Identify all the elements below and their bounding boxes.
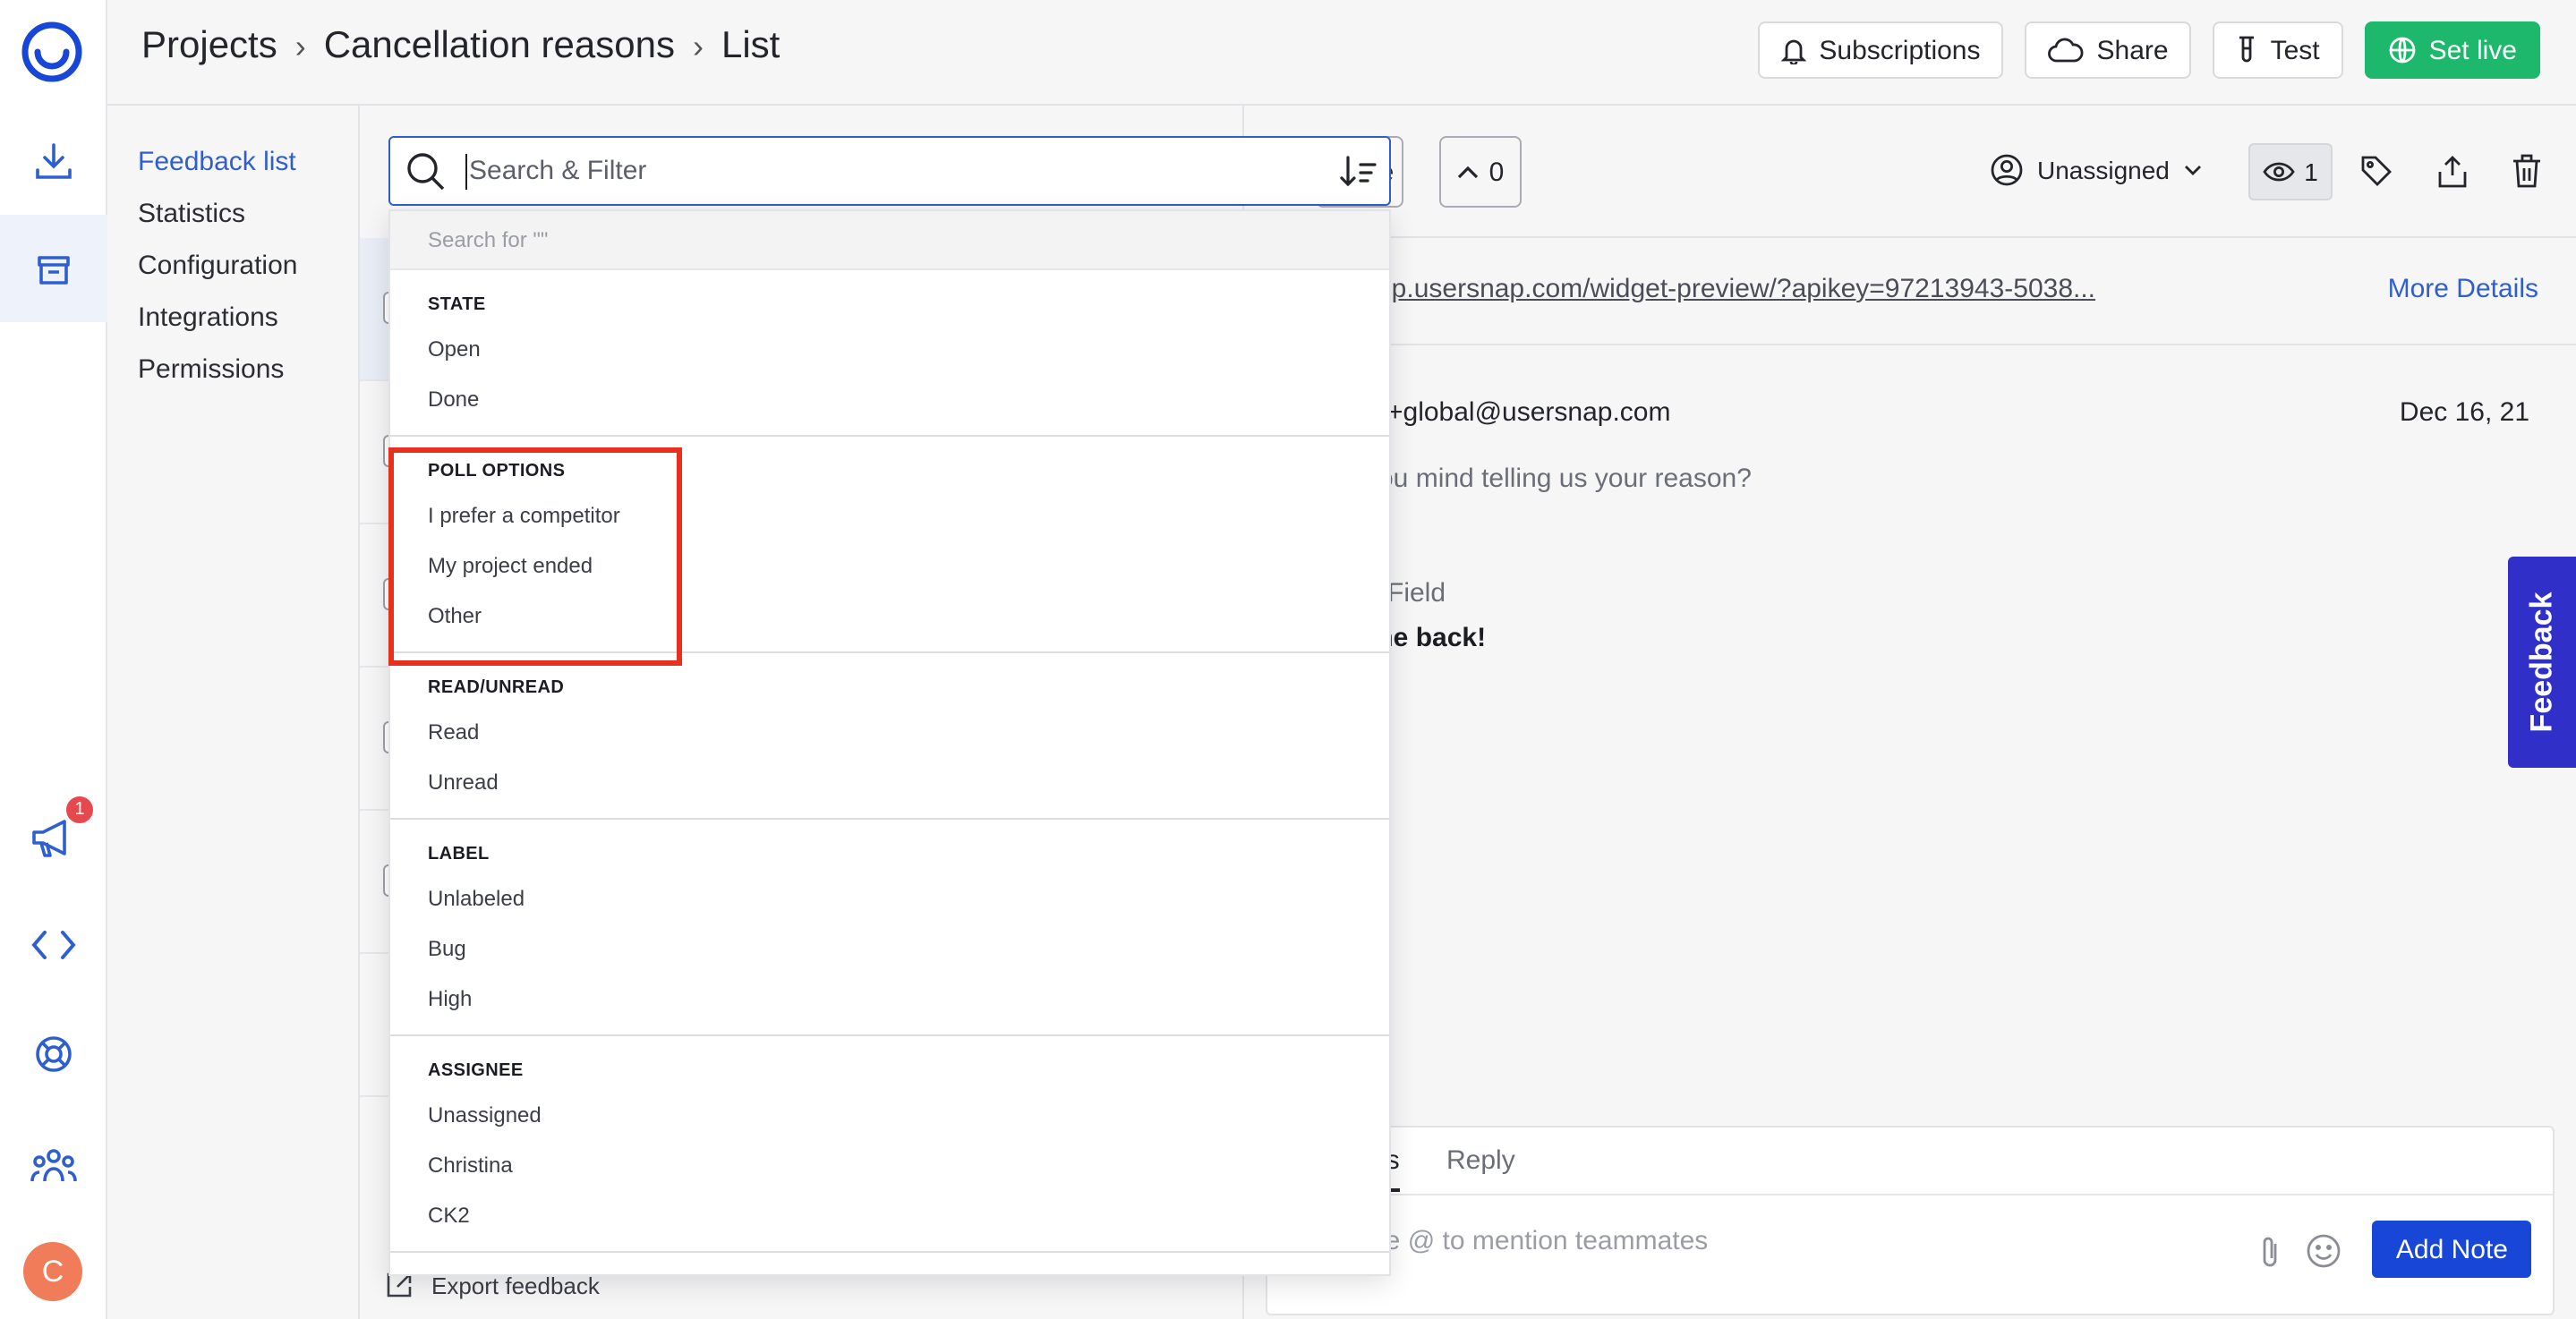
project-nav: Feedback list Statistics Configuration I…: [107, 106, 360, 1319]
url-row: pp.usersnap.com/widget-preview/?apikey=9…: [1244, 238, 2576, 345]
feedback-tab-label: Feedback: [2524, 591, 2558, 733]
help-lifebuoy-icon[interactable]: [0, 1000, 107, 1108]
watchers-button[interactable]: 1: [2248, 143, 2333, 200]
feedback-widget-tab[interactable]: Feedback: [2508, 557, 2576, 768]
filter-group-label: LABEL Unlabeled Bug High: [390, 820, 1389, 1036]
cloud-icon: [2048, 38, 2084, 63]
poll-question: ou mind telling us your reason?: [1378, 464, 1752, 494]
detail-toolbar: e 0 Unassigned 1: [1244, 106, 2576, 238]
emoji-icon[interactable]: [2306, 1233, 2341, 1278]
set-live-label: Set live: [2428, 35, 2517, 65]
filter-group-assignee: ASSIGNEE Unassigned Christina CK2: [390, 1036, 1389, 1253]
chevron-right-icon: ›: [294, 28, 306, 64]
filter-option-bug[interactable]: Bug: [390, 923, 1389, 974]
filter-dropdown: Search for "" STATE Open Done POLL OPTIO…: [388, 209, 1391, 1276]
filter-option-open[interactable]: Open: [390, 324, 1389, 374]
set-live-button[interactable]: Set live: [2364, 21, 2540, 79]
search-icon: [407, 153, 445, 191]
tab-reply[interactable]: Reply: [1446, 1145, 1515, 1176]
breadcrumb-current: List: [721, 25, 780, 66]
filter-option-unassigned[interactable]: Unassigned: [390, 1090, 1389, 1140]
filter-group-read-unread: READ/UNREAD Read Unread: [390, 653, 1389, 820]
feedback-date: Dec 16, 21: [2399, 397, 2529, 428]
bell-icon: [1781, 38, 1807, 64]
nav-integrations[interactable]: Integrations: [107, 292, 358, 344]
share-label: Share: [2096, 35, 2169, 65]
usersnap-logo-icon[interactable]: [21, 21, 82, 82]
globe-icon: [2389, 37, 2415, 64]
team-icon[interactable]: [0, 1111, 107, 1219]
filter-option-project-ended[interactable]: My project ended: [390, 540, 1389, 591]
nav-permissions[interactable]: Permissions: [107, 344, 358, 396]
nav-statistics[interactable]: Statistics: [107, 188, 358, 240]
subscriptions-label: Subscriptions: [1819, 35, 1981, 65]
upvote-count: 0: [1488, 157, 1505, 187]
tag-icon[interactable]: [2359, 154, 2393, 197]
note-tabs: es Reply: [1267, 1128, 2553, 1196]
more-details-link[interactable]: More Details: [2388, 274, 2538, 304]
search-placeholder: Search & Filter: [469, 156, 647, 186]
upvote-button[interactable]: 0: [1439, 136, 1522, 208]
note-input[interactable]: ype @ to mention teammates: [1357, 1226, 1708, 1256]
search-for-option[interactable]: Search for "": [390, 211, 1389, 270]
filter-group-heading: POLL OPTIONS: [428, 462, 566, 481]
note-composer: es Reply ype @ to mention teammates Add …: [1266, 1126, 2555, 1315]
filter-group-heading: ASSIGNEE: [428, 1061, 524, 1081]
test-label: Test: [2270, 35, 2320, 65]
feedback-detail: e 0 Unassigned 1: [1244, 106, 2576, 1319]
filter-group-heading: STATE: [428, 295, 486, 315]
filter-option-unread[interactable]: Unread: [390, 757, 1389, 807]
breadcrumb-projects[interactable]: Projects: [141, 25, 277, 68]
notification-badge: 1: [64, 795, 95, 825]
code-icon[interactable]: [0, 891, 107, 999]
filter-option-done[interactable]: Done: [390, 374, 1389, 424]
icon-rail: 1 C: [0, 0, 107, 1319]
filter-option-christina[interactable]: Christina: [390, 1140, 1389, 1190]
filter-option-other[interactable]: Other: [390, 591, 1389, 641]
reporter-email: +global@usersnap.com: [1387, 397, 1671, 428]
top-header: Projects › Cancellation reasons › List S…: [107, 0, 2576, 106]
chevron-down-icon: [2184, 166, 2201, 175]
add-note-button[interactable]: Add Note: [2372, 1221, 2531, 1278]
nav-configuration[interactable]: Configuration: [107, 240, 358, 292]
watchers-count: 1: [2304, 157, 2318, 186]
caret-up-icon: [1457, 166, 1478, 179]
sort-icon[interactable]: [1339, 154, 1378, 190]
text-caret: [465, 154, 467, 190]
assignee-select[interactable]: Unassigned: [1991, 154, 2202, 186]
share-export-icon[interactable]: [2436, 154, 2469, 197]
inbox-icon[interactable]: [0, 215, 107, 322]
page-url-link[interactable]: pp.usersnap.com/widget-preview/?apikey=9…: [1377, 274, 2095, 304]
assignee-value: Unassigned: [2037, 156, 2170, 184]
test-tube-icon: [2239, 36, 2255, 63]
user-circle-icon: [1991, 154, 2023, 186]
field-label: Field: [1387, 578, 1446, 608]
filter-group-heading: READ/UNREAD: [428, 678, 565, 698]
filter-option-ck2[interactable]: CK2: [390, 1190, 1389, 1240]
breadcrumb-project[interactable]: Cancellation reasons: [324, 25, 675, 68]
eye-icon: [2263, 162, 2295, 182]
filter-group-state: STATE Open Done: [390, 270, 1389, 437]
filter-group-heading: LABEL: [428, 845, 490, 864]
breadcrumb: Projects › Cancellation reasons › List: [141, 25, 780, 68]
filter-option-competitor[interactable]: I prefer a competitor: [390, 490, 1389, 540]
subscriptions-button[interactable]: Subscriptions: [1758, 21, 2004, 79]
trash-icon[interactable]: [2512, 154, 2542, 197]
filter-option-read[interactable]: Read: [390, 707, 1389, 757]
download-icon[interactable]: [0, 107, 107, 215]
attachment-icon[interactable]: [2259, 1235, 2281, 1278]
test-button[interactable]: Test: [2213, 21, 2343, 79]
filter-option-high[interactable]: High: [390, 974, 1389, 1024]
share-button[interactable]: Share: [2025, 21, 2192, 79]
chevron-right-icon: ›: [692, 28, 704, 64]
nav-feedback-list[interactable]: Feedback list: [107, 136, 358, 188]
search-filter-input[interactable]: Search & Filter: [388, 136, 1391, 206]
user-avatar[interactable]: C: [23, 1242, 82, 1301]
filter-group-poll-options: POLL OPTIONS I prefer a competitor My pr…: [390, 437, 1389, 653]
filter-option-unlabeled[interactable]: Unlabeled: [390, 873, 1389, 923]
